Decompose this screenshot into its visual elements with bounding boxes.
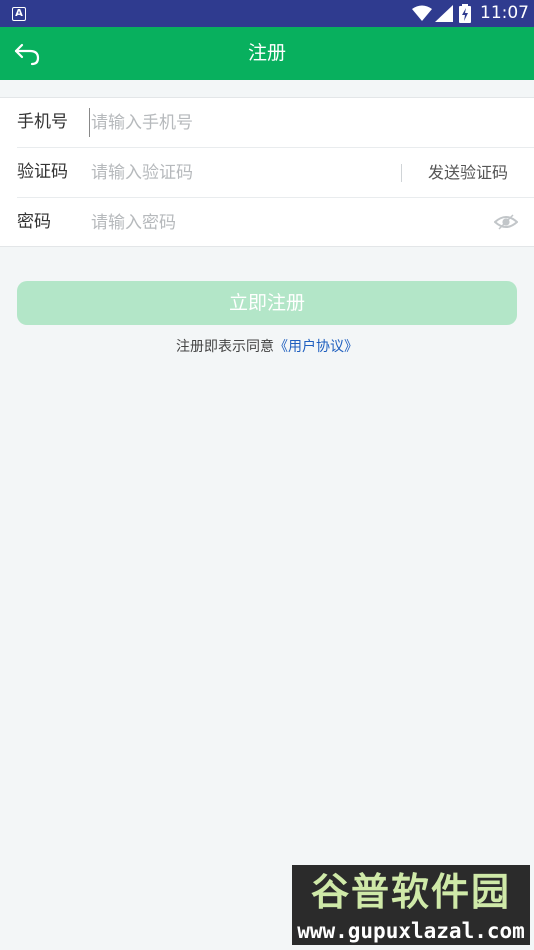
status-time: 11:07 <box>480 3 529 23</box>
agreement-prefix: 注册即表示同意 <box>176 339 274 355</box>
phone-input[interactable] <box>89 108 509 137</box>
register-button[interactable]: 立即注册 <box>17 281 517 325</box>
battery-charging-icon <box>459 4 471 23</box>
phone-label: 手机号 <box>17 112 68 132</box>
code-row: 验证码 发送验证码 <box>0 148 534 197</box>
back-arrow-icon <box>14 43 40 66</box>
watermark-title: 谷普软件园 <box>310 870 511 914</box>
code-input[interactable] <box>91 158 391 187</box>
password-row: 密码 <box>0 198 534 247</box>
password-label: 密码 <box>17 212 51 232</box>
register-form: 手机号 验证码 发送验证码 密码 <box>0 97 534 247</box>
app-bar: 注册 <box>0 27 534 80</box>
code-label: 验证码 <box>17 162 68 182</box>
status-bar: A 11:07 <box>0 0 534 27</box>
phone-row: 手机号 <box>0 98 534 147</box>
signal-icon <box>435 5 453 22</box>
user-agreement-link[interactable]: 《用户协议》 <box>274 339 358 355</box>
app-notification-icon: A <box>12 7 26 21</box>
password-input[interactable] <box>91 208 481 237</box>
watermark-logo: 谷普软件园 www.gupuxlazal.com <box>292 865 530 945</box>
page-title: 注册 <box>247 42 286 64</box>
wifi-icon <box>412 5 432 21</box>
agreement-text: 注册即表示同意《用户协议》 <box>0 337 534 357</box>
code-separator <box>401 164 402 182</box>
send-code-button[interactable]: 发送验证码 <box>414 148 522 197</box>
watermark-url: www.gupuxlazal.com <box>297 919 525 943</box>
eye-icon[interactable] <box>494 212 518 232</box>
back-button[interactable] <box>10 37 46 71</box>
